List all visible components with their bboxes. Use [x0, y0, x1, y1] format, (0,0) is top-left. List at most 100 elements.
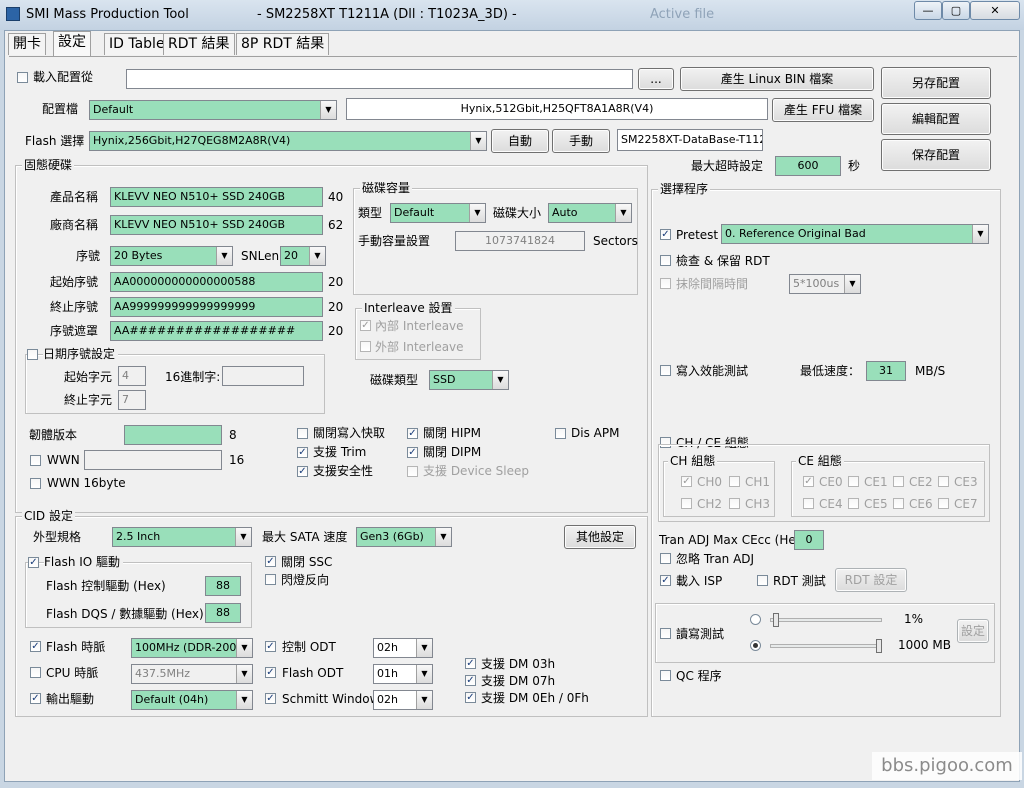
- tran-adj-input[interactable]: 0: [794, 530, 824, 550]
- ce7-checkbox[interactable]: [938, 498, 949, 509]
- qc-procedure-checkbox[interactable]: [660, 670, 671, 681]
- min-speed-input[interactable]: 31: [866, 361, 906, 381]
- load-config-checkbox[interactable]: [17, 72, 28, 83]
- load-isp-checkbox[interactable]: ✓: [660, 575, 671, 586]
- read-write-test-checkbox[interactable]: [660, 628, 671, 639]
- disk-type-select[interactable]: SSD ▼: [429, 370, 509, 390]
- ce4-checkbox[interactable]: [803, 498, 814, 509]
- tab-rdt-result[interactable]: RDT 結果: [163, 33, 235, 55]
- form-factor-select[interactable]: 2.5 Inch ▼: [112, 527, 252, 547]
- percent-slider-track[interactable]: [770, 618, 882, 622]
- max-timeout-input[interactable]: 600: [775, 156, 841, 176]
- tab-8p-rdt-result[interactable]: 8P RDT 結果: [236, 33, 330, 55]
- generate-linux-bin-button[interactable]: 產生 Linux BIN 檔案: [680, 67, 874, 91]
- minimize-button[interactable]: —: [914, 1, 942, 20]
- percent-slider-thumb[interactable]: [773, 613, 779, 627]
- serial-length-select[interactable]: 20 Bytes ▼: [110, 246, 233, 266]
- manual-button[interactable]: 手動: [552, 129, 610, 153]
- disk-size-select[interactable]: Auto ▼: [548, 203, 632, 223]
- rdt-settings-button[interactable]: RDT 設定: [835, 568, 907, 592]
- write-performance-checkbox[interactable]: [660, 365, 671, 376]
- erase-interval-checkbox[interactable]: [660, 278, 671, 289]
- schmitt-window-checkbox[interactable]: ✓: [265, 693, 276, 704]
- snlen-select[interactable]: 20 ▼: [280, 246, 326, 266]
- wwn-checkbox[interactable]: [30, 455, 41, 466]
- flash-odt-checkbox[interactable]: ✓: [265, 667, 276, 678]
- ce3-checkbox[interactable]: [938, 476, 949, 487]
- dm03-checkbox[interactable]: ✓: [465, 658, 476, 669]
- config-file-select[interactable]: Default ▼: [89, 100, 337, 120]
- disable-dipm-checkbox[interactable]: ✓: [407, 447, 418, 458]
- check-keep-rdt-checkbox[interactable]: [660, 255, 671, 266]
- other-settings-button[interactable]: 其他設定: [564, 525, 636, 549]
- ch3-checkbox[interactable]: [729, 498, 740, 509]
- edit-config-button[interactable]: 編輯配置: [881, 103, 991, 135]
- tab-id-table[interactable]: ID Table: [104, 33, 170, 55]
- pretest-select[interactable]: 0. Reference Original Bad ▼: [721, 224, 989, 244]
- firmware-version-input[interactable]: [124, 425, 222, 445]
- ce0-checkbox[interactable]: ✓: [803, 476, 814, 487]
- rw-set-button[interactable]: 設定: [957, 619, 989, 643]
- ch0-checkbox[interactable]: ✓: [681, 476, 692, 487]
- dm07-checkbox[interactable]: ✓: [465, 675, 476, 686]
- start-char-input[interactable]: 4: [118, 366, 146, 386]
- generate-ffu-button[interactable]: 產生 FFU 檔案: [772, 98, 874, 122]
- ce6-checkbox[interactable]: [893, 498, 904, 509]
- pretest-checkbox[interactable]: ✓: [660, 229, 671, 240]
- disable-ssc-checkbox[interactable]: ✓: [265, 556, 276, 567]
- output-drive-checkbox[interactable]: ✓: [30, 693, 41, 704]
- cpu-clock-select[interactable]: 437.5MHz ▼: [131, 664, 253, 684]
- disable-write-cache-checkbox[interactable]: [297, 428, 308, 439]
- load-config-path-input[interactable]: [126, 69, 633, 89]
- disable-hipm-checkbox[interactable]: ✓: [407, 428, 418, 439]
- dm0e-checkbox[interactable]: ✓: [465, 692, 476, 703]
- auto-button[interactable]: 自動: [491, 129, 549, 153]
- tab-open-card[interactable]: 開卡: [8, 33, 46, 55]
- dis-apm-checkbox[interactable]: [555, 428, 566, 439]
- maximize-button[interactable]: ▢: [942, 1, 970, 20]
- flash-io-checkbox[interactable]: ✓: [28, 557, 39, 568]
- serial-mask-input[interactable]: AA##################: [110, 321, 323, 341]
- mb-mode-radio[interactable]: [750, 640, 761, 651]
- erase-interval-select[interactable]: 5*100us ▼: [789, 274, 861, 294]
- internal-interleave-checkbox[interactable]: ✓: [360, 320, 371, 331]
- control-odt-select[interactable]: 02h ▼: [373, 638, 433, 658]
- end-serial-input[interactable]: AA999999999999999999: [110, 297, 323, 317]
- date-serial-checkbox[interactable]: [27, 349, 38, 360]
- control-odt-checkbox[interactable]: ✓: [265, 641, 276, 652]
- save-as-config-button[interactable]: 另存配置: [881, 67, 991, 99]
- flash-clock-select[interactable]: 100MHz (DDR-200) ▼: [131, 638, 253, 658]
- cpu-clock-checkbox[interactable]: [30, 667, 41, 678]
- capacity-type-select[interactable]: Default ▼: [390, 203, 486, 223]
- led-invert-checkbox[interactable]: [265, 574, 276, 585]
- close-button[interactable]: ✕: [970, 1, 1020, 20]
- mb-slider-track[interactable]: [770, 644, 882, 648]
- ignore-tran-adj-checkbox[interactable]: [660, 553, 671, 564]
- mb-slider-thumb[interactable]: [876, 639, 882, 653]
- wwn-16byte-checkbox[interactable]: [30, 478, 41, 489]
- flash-clock-checkbox[interactable]: ✓: [30, 641, 41, 652]
- sata-speed-select[interactable]: Gen3 (6Gb) ▼: [356, 527, 452, 547]
- flash-dqs-drive-input[interactable]: 88: [205, 603, 241, 623]
- external-interleave-checkbox[interactable]: [360, 341, 371, 352]
- percent-mode-radio[interactable]: [750, 614, 761, 625]
- flash-odt-select[interactable]: 01h ▼: [373, 664, 433, 684]
- schmitt-window-select[interactable]: 02h ▼: [373, 690, 433, 710]
- support-device-sleep-checkbox[interactable]: [407, 466, 418, 477]
- support-security-checkbox[interactable]: ✓: [297, 466, 308, 477]
- flash-select[interactable]: Hynix,256Gbit,H27QEG8M2A8R(V4) ▼: [89, 131, 487, 151]
- rdt-test-checkbox[interactable]: [757, 575, 768, 586]
- ch1-checkbox[interactable]: [729, 476, 740, 487]
- ce2-checkbox[interactable]: [893, 476, 904, 487]
- ce1-checkbox[interactable]: [848, 476, 859, 487]
- wwn-input[interactable]: [84, 450, 222, 470]
- manual-capacity-input[interactable]: 1073741824: [455, 231, 585, 251]
- save-config-button[interactable]: 保存配置: [881, 139, 991, 171]
- support-trim-checkbox[interactable]: ✓: [297, 447, 308, 458]
- tab-settings[interactable]: 設定: [53, 31, 91, 56]
- product-name-input[interactable]: KLEVV NEO N510+ SSD 240GB: [110, 187, 323, 207]
- vendor-name-input[interactable]: KLEVV NEO N510+ SSD 240GB: [110, 215, 323, 235]
- start-serial-input[interactable]: AA000000000000000588: [110, 272, 323, 292]
- ch2-checkbox[interactable]: [681, 498, 692, 509]
- ce5-checkbox[interactable]: [848, 498, 859, 509]
